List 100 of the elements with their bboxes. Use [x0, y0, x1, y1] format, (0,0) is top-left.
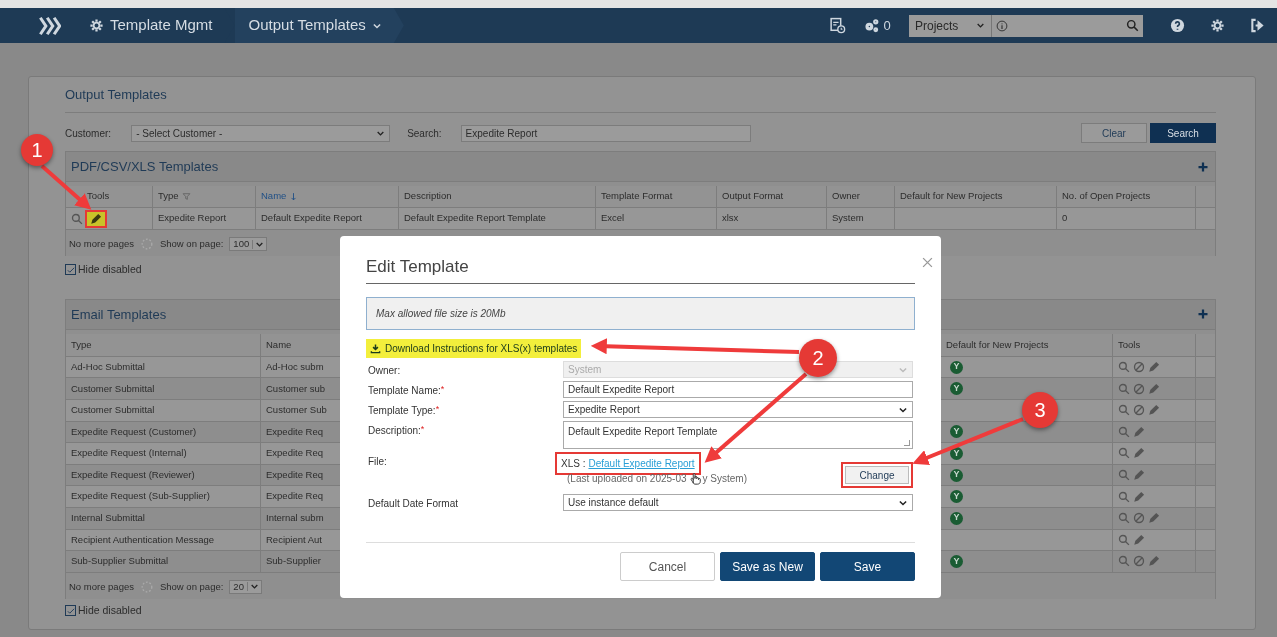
column-header[interactable]: Owner	[827, 186, 895, 208]
table-cell: Customer sub	[266, 381, 326, 396]
table-cell: Customer Submittal	[71, 381, 155, 396]
table-cell: Expedite Request (Customer)	[71, 424, 197, 439]
table-cell: xlsx	[722, 211, 739, 226]
default-badge: Y	[950, 382, 963, 396]
column-header[interactable]: Name	[256, 186, 399, 208]
disable-icon[interactable]	[1133, 512, 1145, 525]
field-label: Template Type:*	[367, 403, 441, 418]
add-icon[interactable]	[1197, 308, 1209, 321]
default-badge: Y	[950, 511, 963, 525]
select-field[interactable]: Use instance default	[563, 494, 913, 511]
search-button[interactable]: Search	[1150, 123, 1216, 143]
settings-icon	[1209, 18, 1225, 33]
gears-icon	[863, 17, 881, 34]
view-icon[interactable]	[71, 212, 83, 225]
view-icon[interactable]	[1118, 490, 1130, 503]
file-link[interactable]: Default Expedite Report	[588, 456, 695, 471]
table-cell: Expedite Req	[266, 424, 324, 439]
field-label: Description:*	[367, 423, 426, 438]
info-message: Max allowed file size is 20Mb	[366, 297, 915, 330]
default-badge: Y	[950, 554, 963, 568]
default-badge: Y	[950, 468, 963, 482]
column-header[interactable]: Output Format	[717, 186, 827, 208]
view-icon[interactable]	[1118, 382, 1130, 395]
search-label: Search:	[407, 126, 442, 141]
search-icon	[1126, 19, 1139, 32]
view-icon[interactable]	[1118, 447, 1130, 460]
view-icon[interactable]	[1118, 555, 1130, 568]
table-cell: Internal subm	[266, 511, 324, 526]
checkbox[interactable]	[65, 264, 76, 276]
clear-button[interactable]: Clear	[1081, 123, 1147, 143]
caret-icon	[976, 21, 985, 30]
column-header[interactable]: Tools	[1118, 337, 1141, 352]
save-button[interactable]: Save	[820, 552, 915, 581]
table-cell: Internal Submittal	[71, 511, 145, 526]
spinner-icon	[139, 237, 154, 251]
view-icon[interactable]	[1118, 469, 1130, 481]
column-header[interactable]: Description	[399, 186, 596, 208]
upload-note: y System)	[702, 471, 747, 486]
column-header[interactable]: Template Format	[596, 186, 717, 208]
breadcrumb-link[interactable]: Output Templates	[234, 8, 404, 43]
info-icon	[996, 19, 1008, 32]
table-cell: Expedite Report	[158, 211, 227, 226]
column-header[interactable]: Type	[153, 186, 256, 208]
logo-chevrons-icon[interactable]	[39, 14, 61, 37]
table-cell: Sub-Supplier Submittal	[71, 554, 169, 569]
column-header[interactable]: Type	[71, 337, 92, 352]
view-icon[interactable]	[1118, 361, 1130, 374]
textarea-field[interactable]: Default Expedite Report Template	[563, 421, 913, 449]
search-input[interactable]: Expedite Report	[460, 124, 751, 142]
search-field[interactable]	[991, 14, 1143, 37]
disable-icon[interactable]	[1133, 404, 1145, 417]
pagination-status: No more pages	[69, 236, 134, 251]
view-icon[interactable]	[1118, 533, 1130, 546]
pagination-status: No more pages	[69, 579, 134, 594]
field-label: Default Date Format	[367, 497, 460, 511]
edit-icon[interactable]	[87, 211, 105, 226]
scope-select[interactable]: Projects	[909, 14, 991, 37]
spinner-icon	[139, 579, 154, 594]
customer-label: Customer:	[65, 126, 112, 141]
disable-icon[interactable]	[1133, 555, 1145, 568]
file-type-label: XLS :	[561, 457, 586, 471]
save-as-new-button[interactable]: Save as New	[720, 552, 815, 581]
disable-icon[interactable]	[1133, 361, 1145, 374]
view-icon[interactable]	[1118, 512, 1130, 525]
view-icon[interactable]	[1118, 425, 1130, 438]
page-size-select[interactable]: 100	[229, 237, 268, 251]
checkbox-label: Hide disabled	[78, 262, 142, 277]
table-cell-text: Ad-Hoc subm	[266, 359, 324, 374]
page-title: Output Templates	[65, 77, 1216, 113]
change-button[interactable]: Change	[845, 466, 909, 484]
checkbox[interactable]	[65, 605, 76, 617]
page-size-label: Show on page:	[159, 579, 224, 594]
filter-icon[interactable]	[181, 192, 191, 201]
column-header[interactable]: Tools	[87, 189, 110, 204]
text-input[interactable]: Default Expedite Report	[563, 381, 913, 398]
column-header[interactable]: Default for New Projects	[895, 186, 1057, 208]
checkbox-label: Hide disabled	[78, 602, 142, 618]
table-cell: Excel	[601, 211, 625, 226]
dialog-title: Edit Template	[366, 255, 469, 278]
customer-select[interactable]: - Select Customer -	[131, 124, 391, 142]
field-label: Template Name:*	[367, 383, 446, 398]
view-icon[interactable]	[1118, 404, 1130, 417]
default-badge: Y	[950, 425, 963, 439]
download-link[interactable]: Download Instructions for XLS(x) templates	[366, 339, 582, 358]
question-icon	[1169, 18, 1185, 33]
field-label: Owner:	[367, 364, 402, 378]
table-cell-text: Expedite Req	[266, 467, 324, 482]
column-header[interactable]: No. of Open Projects	[1057, 186, 1196, 208]
table-cell: System	[832, 211, 864, 226]
jobs-button[interactable]: 0	[857, 8, 897, 43]
page-size-select[interactable]: 20	[229, 579, 262, 594]
add-icon[interactable]	[1197, 160, 1209, 173]
cancel-button[interactable]: Cancel	[620, 552, 715, 581]
table-cell: Default Expedite Report	[261, 211, 362, 226]
select-field[interactable]: Expedite Report	[563, 401, 913, 418]
table-cell: Recipient Aut	[266, 532, 322, 547]
disable-icon[interactable]	[1133, 382, 1145, 395]
table-cell: Expedite Req	[266, 446, 324, 461]
